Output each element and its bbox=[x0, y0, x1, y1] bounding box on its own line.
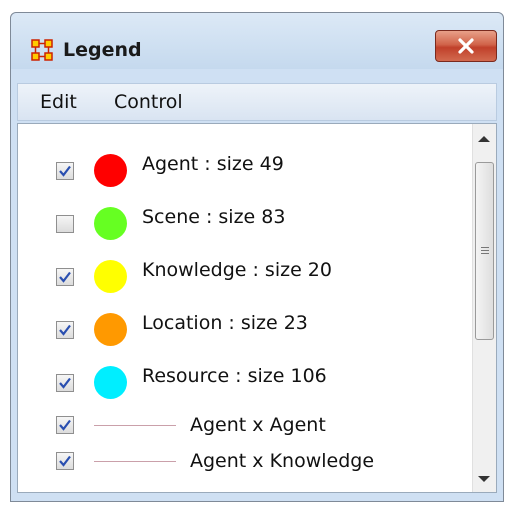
visibility-checkbox[interactable] bbox=[56, 452, 74, 470]
scroll-down-arrow-icon[interactable] bbox=[478, 476, 490, 482]
legend-node-row: Scene : size 83 bbox=[18, 195, 472, 243]
menu-edit[interactable]: Edit bbox=[40, 91, 77, 113]
visibility-checkbox[interactable] bbox=[56, 321, 74, 339]
node-class-label: Scene : size 83 bbox=[142, 206, 286, 228]
visibility-checkbox[interactable] bbox=[56, 416, 74, 434]
node-class-label: Resource : size 106 bbox=[142, 365, 327, 387]
close-button[interactable] bbox=[435, 30, 497, 62]
window-title: Legend bbox=[63, 39, 142, 61]
menu-control[interactable]: Control bbox=[114, 91, 183, 113]
node-class-label: Knowledge : size 20 bbox=[142, 259, 332, 281]
app-network-icon bbox=[31, 39, 53, 61]
node-color-swatch bbox=[94, 207, 127, 240]
edge-type-label: Agent x Knowledge bbox=[190, 450, 375, 472]
vertical-scrollbar[interactable] bbox=[472, 124, 496, 492]
scroll-thumb[interactable] bbox=[475, 162, 494, 340]
node-color-swatch bbox=[94, 154, 127, 187]
legend-edge-row: Agent x Knowledge bbox=[18, 448, 472, 496]
edge-type-label: Agent x Agent bbox=[190, 414, 326, 436]
legend-node-row: Location : size 23 bbox=[18, 301, 472, 349]
legend-node-row: Knowledge : size 20 bbox=[18, 248, 472, 296]
node-class-label: Location : size 23 bbox=[142, 312, 308, 334]
visibility-checkbox[interactable] bbox=[56, 374, 74, 392]
menu-bar: Edit Control bbox=[17, 83, 497, 121]
scroll-up-arrow-icon[interactable] bbox=[478, 136, 490, 142]
close-icon bbox=[458, 38, 474, 54]
title-bar[interactable]: Legend bbox=[11, 13, 503, 69]
grip-line bbox=[481, 247, 489, 248]
edge-line-swatch bbox=[94, 461, 176, 462]
node-class-label: Agent : size 49 bbox=[142, 153, 284, 175]
grip-line bbox=[481, 253, 489, 254]
node-color-swatch bbox=[94, 313, 127, 346]
legend-node-row: Resource : size 106 bbox=[18, 354, 472, 402]
visibility-checkbox[interactable] bbox=[56, 215, 74, 233]
legend-window: Legend Edit Control Agent : size 49 Scene… bbox=[10, 12, 504, 502]
visibility-checkbox[interactable] bbox=[56, 162, 74, 180]
node-color-swatch bbox=[94, 366, 127, 399]
legend-list: Agent : size 49 Scene : size 83 Knowledge … bbox=[17, 123, 497, 493]
edge-line-swatch bbox=[94, 425, 176, 426]
node-color-swatch bbox=[94, 260, 127, 293]
legend-node-row: Agent : size 49 bbox=[18, 142, 472, 190]
grip-line bbox=[481, 250, 489, 251]
visibility-checkbox[interactable] bbox=[56, 268, 74, 286]
